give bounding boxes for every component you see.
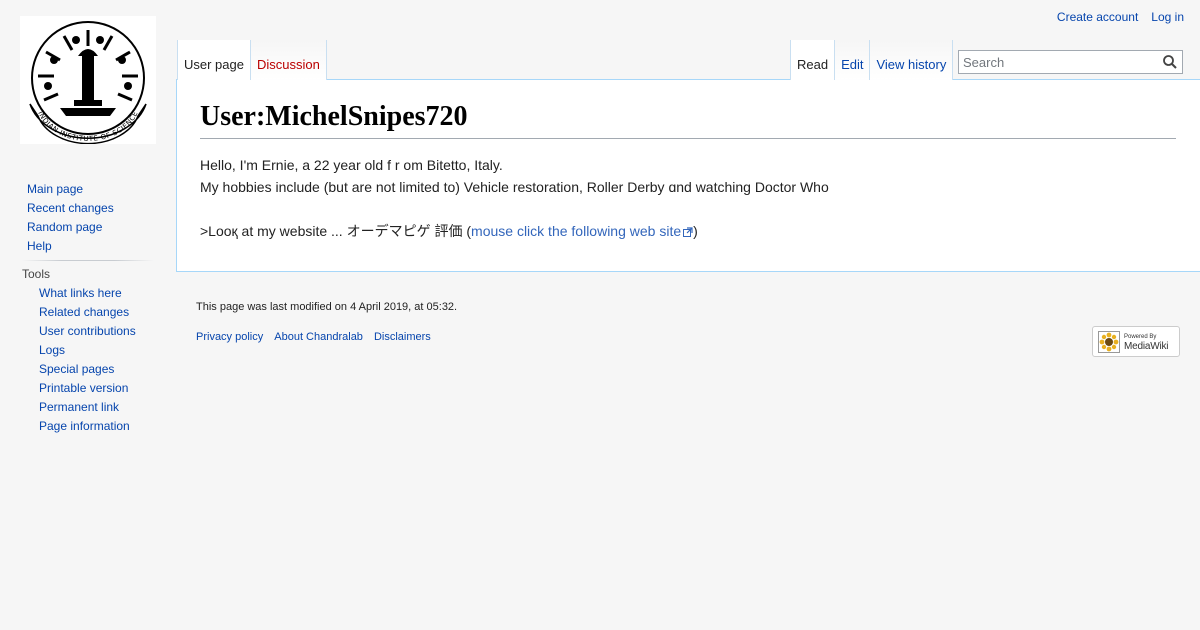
tool-permanent-link[interactable]: Permanent link — [39, 400, 119, 414]
body-line-website: >Looқ at my website ... オーデマピゲ 評価 (mouse… — [200, 220, 829, 242]
personal-tools: Create account Log in — [1057, 10, 1184, 24]
tool-logs[interactable]: Logs — [39, 343, 65, 357]
footer-privacy-policy[interactable]: Privacy policy — [196, 331, 263, 343]
powered-by-big-text: MediaWiki — [1124, 340, 1169, 352]
create-account-link[interactable]: Create account — [1057, 10, 1138, 24]
nav-random-page[interactable]: Random page — [27, 220, 102, 234]
website-prefix: >Looқ at my website ... オーデマピゲ 評価 ( — [200, 223, 472, 239]
tools-portal: What links here Related changes User con… — [39, 286, 136, 438]
footer-disclaimers[interactable]: Disclaimers — [374, 331, 431, 343]
external-link-icon — [683, 227, 693, 237]
view-tabs: Read Edit View history — [790, 40, 954, 80]
iisc-seal-icon: INDIAN INSTITUTE OF SCIENCE — [29, 21, 147, 145]
search-input[interactable] — [959, 51, 1159, 73]
tool-special-pages[interactable]: Special pages — [39, 362, 114, 376]
tool-printable-version[interactable]: Printable version — [39, 381, 128, 395]
sunflower-icon — [1098, 330, 1120, 353]
site-logo[interactable]: INDIAN INSTITUTE OF SCIENCE — [20, 16, 156, 145]
tab-read[interactable]: Read — [790, 40, 836, 80]
navigation-portal: Main page Recent changes Random page Hel… — [27, 182, 114, 258]
log-in-link[interactable]: Log in — [1151, 10, 1184, 24]
website-suffix: ) — [693, 223, 698, 239]
tools-divider — [22, 260, 154, 261]
tool-user-contributions[interactable]: User contributions — [39, 324, 136, 338]
nav-main-page[interactable]: Main page — [27, 182, 83, 196]
tool-what-links-here[interactable]: What links here — [39, 286, 122, 300]
page-body: Hello, I'm Ernie, a 22 year old f r om B… — [200, 154, 829, 242]
external-link[interactable]: mouse click the following web site — [471, 223, 693, 239]
body-line-intro: Hello, I'm Ernie, a 22 year old f r om B… — [200, 157, 503, 173]
powered-by-mediawiki-badge[interactable]: Powered By MediaWiki — [1092, 326, 1180, 357]
nav-recent-changes[interactable]: Recent changes — [27, 201, 114, 215]
namespace-tabs: User page Discussion — [177, 40, 327, 80]
external-link-label: mouse click the following web site — [471, 223, 682, 239]
tools-heading[interactable]: Tools — [22, 267, 50, 281]
tab-discussion[interactable]: Discussion — [250, 40, 327, 80]
nav-help[interactable]: Help — [27, 239, 52, 253]
tab-view-history[interactable]: View history — [870, 40, 954, 80]
body-line-hobbies: My hobbies include (but are not limited … — [200, 179, 829, 195]
page-title: User:MichelSnipes720 — [200, 100, 1176, 139]
footer-last-modified: This page was last modified on 4 April 2… — [196, 301, 458, 313]
tool-page-information[interactable]: Page information — [39, 419, 130, 433]
tab-user-page[interactable]: User page — [177, 40, 251, 80]
tab-edit[interactable]: Edit — [835, 40, 871, 80]
search-box — [958, 50, 1183, 74]
footer-about[interactable]: About Chandralab — [274, 331, 363, 343]
footer-links: Privacy policy About Chandralab Disclaim… — [196, 331, 431, 343]
tool-related-changes[interactable]: Related changes — [39, 305, 129, 319]
search-icon[interactable] — [1162, 54, 1178, 70]
